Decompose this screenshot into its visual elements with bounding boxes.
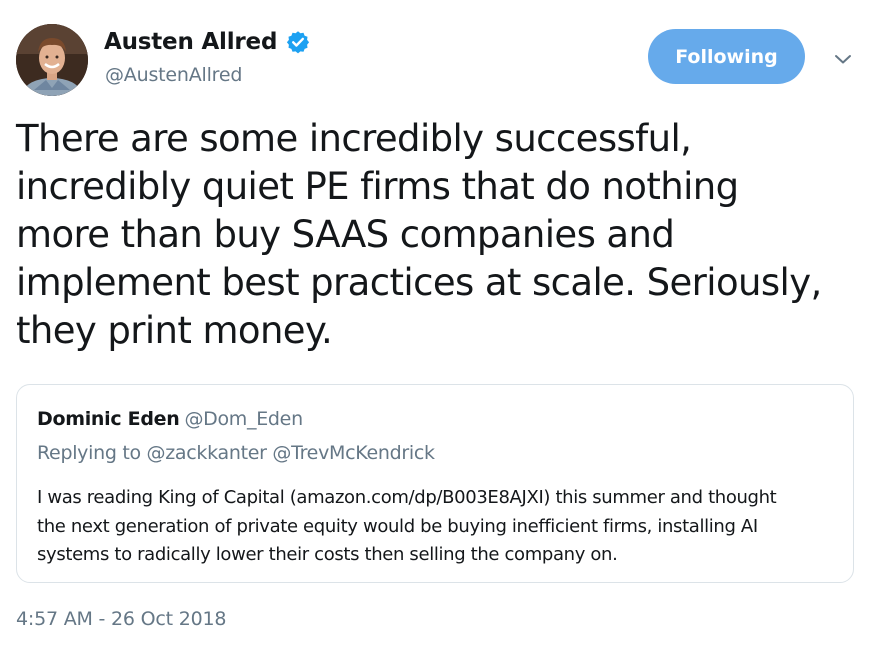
tweet-text: There are some incredibly successful, in… xyxy=(16,117,822,352)
quoted-replying-to: Replying to @zackkanter @TrevMcKendrick xyxy=(37,442,435,464)
tweet-menu-button[interactable] xyxy=(829,46,857,72)
chevron-down-icon xyxy=(835,55,851,64)
tweet-timestamp[interactable]: 4:57 AM - 26 Oct 2018 xyxy=(16,608,226,630)
quoted-tweet-header: Dominic Eden @Dom_Eden xyxy=(37,408,303,430)
author-display-name[interactable]: Austen Allred xyxy=(104,29,277,55)
quoted-tweet-text: I was reading King of Capital (amazon.co… xyxy=(37,487,777,565)
author-name-row[interactable]: Austen Allred xyxy=(104,27,310,57)
avatar[interactable] xyxy=(16,24,88,96)
verified-badge-icon xyxy=(286,30,310,54)
profile-photo-icon xyxy=(16,24,88,96)
author-username[interactable]: @AustenAllred xyxy=(105,64,242,86)
quoted-author-name: Dominic Eden xyxy=(37,408,180,430)
quoted-tweet-card[interactable]: Dominic Eden @Dom_Eden Replying to @zackk… xyxy=(16,384,854,583)
following-button[interactable]: Following xyxy=(648,29,805,84)
quoted-author-username: @Dom_Eden xyxy=(184,408,303,430)
